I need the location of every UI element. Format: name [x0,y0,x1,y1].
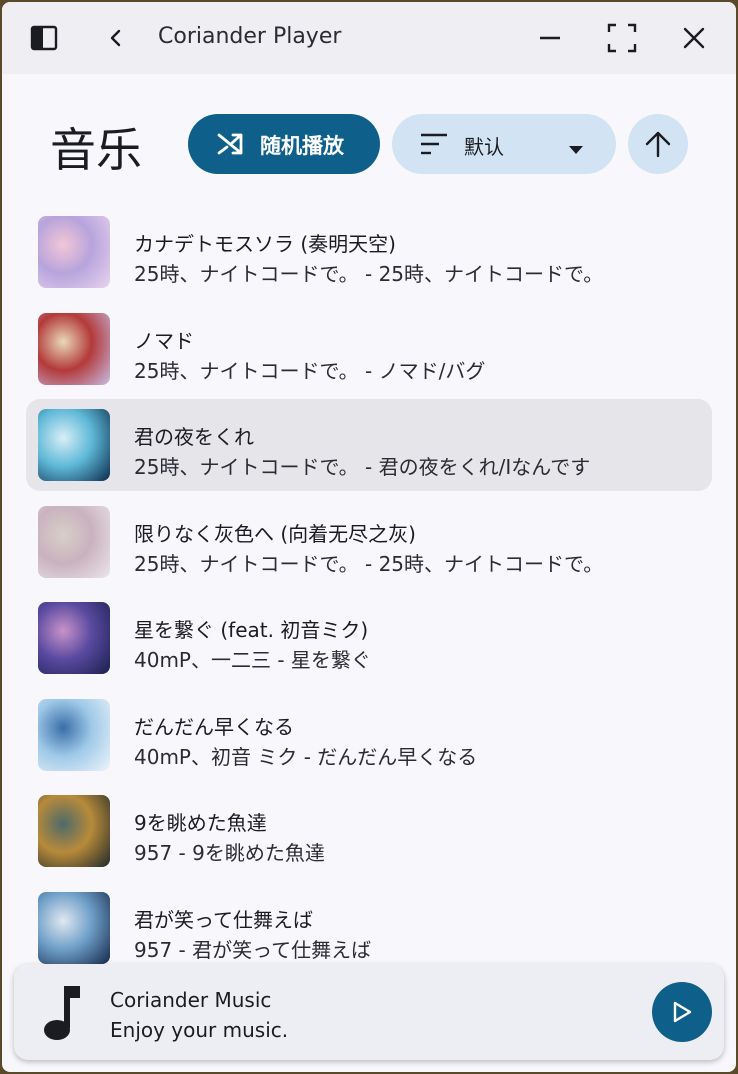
maximize-icon [607,23,637,53]
album-cover [38,891,110,964]
minimize-icon [540,36,560,40]
title-bar: Coriander Player [2,2,736,74]
shuffle-icon [216,130,244,162]
maximize-button[interactable] [602,18,642,58]
sort-dropdown[interactable]: 默认 [392,114,616,174]
sort-lines-icon [420,132,448,160]
album-cover [38,409,110,481]
music-note-icon [40,984,84,1046]
album-cover [38,312,110,385]
album-cover [38,216,110,288]
back-arrow-icon [110,29,121,47]
now-playing-subtitle: Enjoy your music. [110,1018,289,1042]
close-icon [683,27,705,49]
shuffle-play-button[interactable]: 随机播放 [188,114,380,174]
track-title: 9を眺めた魚達 [134,811,267,835]
track-title: 君が笑って仕舞えば [134,907,313,932]
now-playing-bar[interactable]: Coriander Music Enjoy your music. [14,964,724,1060]
arrow-up-icon [645,131,671,158]
minimize-button[interactable] [530,18,570,58]
track-artist-album: 957 - 9を眺めた魚達 [134,841,325,865]
album-cover [38,505,110,578]
track-artist-album: 25時、ナイトコードで。 - 君の夜をくれ/Iなんです [134,455,591,479]
track-row[interactable]: だんだん早くなる 40mP、初音 ミク - だんだん早くなる [26,689,712,781]
now-playing-title: Coriander Music [110,988,272,1012]
album-cover [38,795,110,867]
track-title: ノマド [134,328,194,353]
sort-order-button[interactable] [628,114,688,174]
window-title: Coriander Player [158,24,342,49]
track-row[interactable]: 9を眺めた魚達 957 - 9を眺めた魚達 [26,785,712,877]
track-artist-album: 25時、ナイトコードで。 - ノマド/バグ [134,358,486,383]
track-row[interactable]: カナデトモスソラ (奏明天空) 25時、ナイトコードで。 - 25時、ナイトコード… [26,206,712,298]
track-title: 限りなく灰色へ (向着无尽之灰) [134,521,416,546]
sidebar-toggle-button[interactable] [24,18,64,58]
sidebar-toggle-icon [30,25,58,51]
track-row[interactable]: 星を繋ぐ (feat. 初音ミク) 40mP、一二三 - 星を繋ぐ [26,592,712,684]
track-row[interactable]: 限りなく灰色へ (向着无尽之灰) 25時、ナイトコードで。 - 25時、ナイトコー… [26,496,712,588]
album-cover [38,698,110,771]
track-artist-album: 40mP、一二三 - 星を繋ぐ [134,648,371,672]
shuffle-play-label: 随机播放 [260,134,344,158]
app-window: Coriander Player 音乐 随机播放 默认 カナデトモスソラ (奏明… [2,2,736,1072]
track-title: だんだん早くなる [134,714,294,739]
sort-label: 默认 [464,135,504,159]
track-row[interactable]: 君が笑って仕舞えば 957 - 君が笑って仕舞えば [26,882,712,974]
track-title: 君の夜をくれ [134,425,254,449]
play-button[interactable] [652,982,712,1042]
play-icon [673,1001,692,1023]
dropdown-caret-icon [568,140,584,159]
track-artist-album: 25時、ナイトコードで。 - 25時、ナイトコードで。 [134,551,604,576]
page-title: 音乐 [50,123,142,177]
track-row[interactable]: 君の夜をくれ 25時、ナイトコードで。 - 君の夜をくれ/Iなんです [26,399,712,491]
album-cover [38,602,110,674]
track-artist-album: 25時、ナイトコードで。 - 25時、ナイトコードで。 [134,262,604,286]
track-row[interactable]: ノマド 25時、ナイトコードで。 - ノマド/バグ [26,303,712,395]
track-artist-album: 40mP、初音 ミク - だんだん早くなる [134,744,478,769]
close-button[interactable] [674,18,714,58]
back-button[interactable] [96,18,136,58]
track-title: カナデトモスソラ (奏明天空) [134,232,396,256]
track-artist-album: 957 - 君が笑って仕舞えば [134,937,372,962]
track-title: 星を繋ぐ (feat. 初音ミク) [134,618,369,642]
